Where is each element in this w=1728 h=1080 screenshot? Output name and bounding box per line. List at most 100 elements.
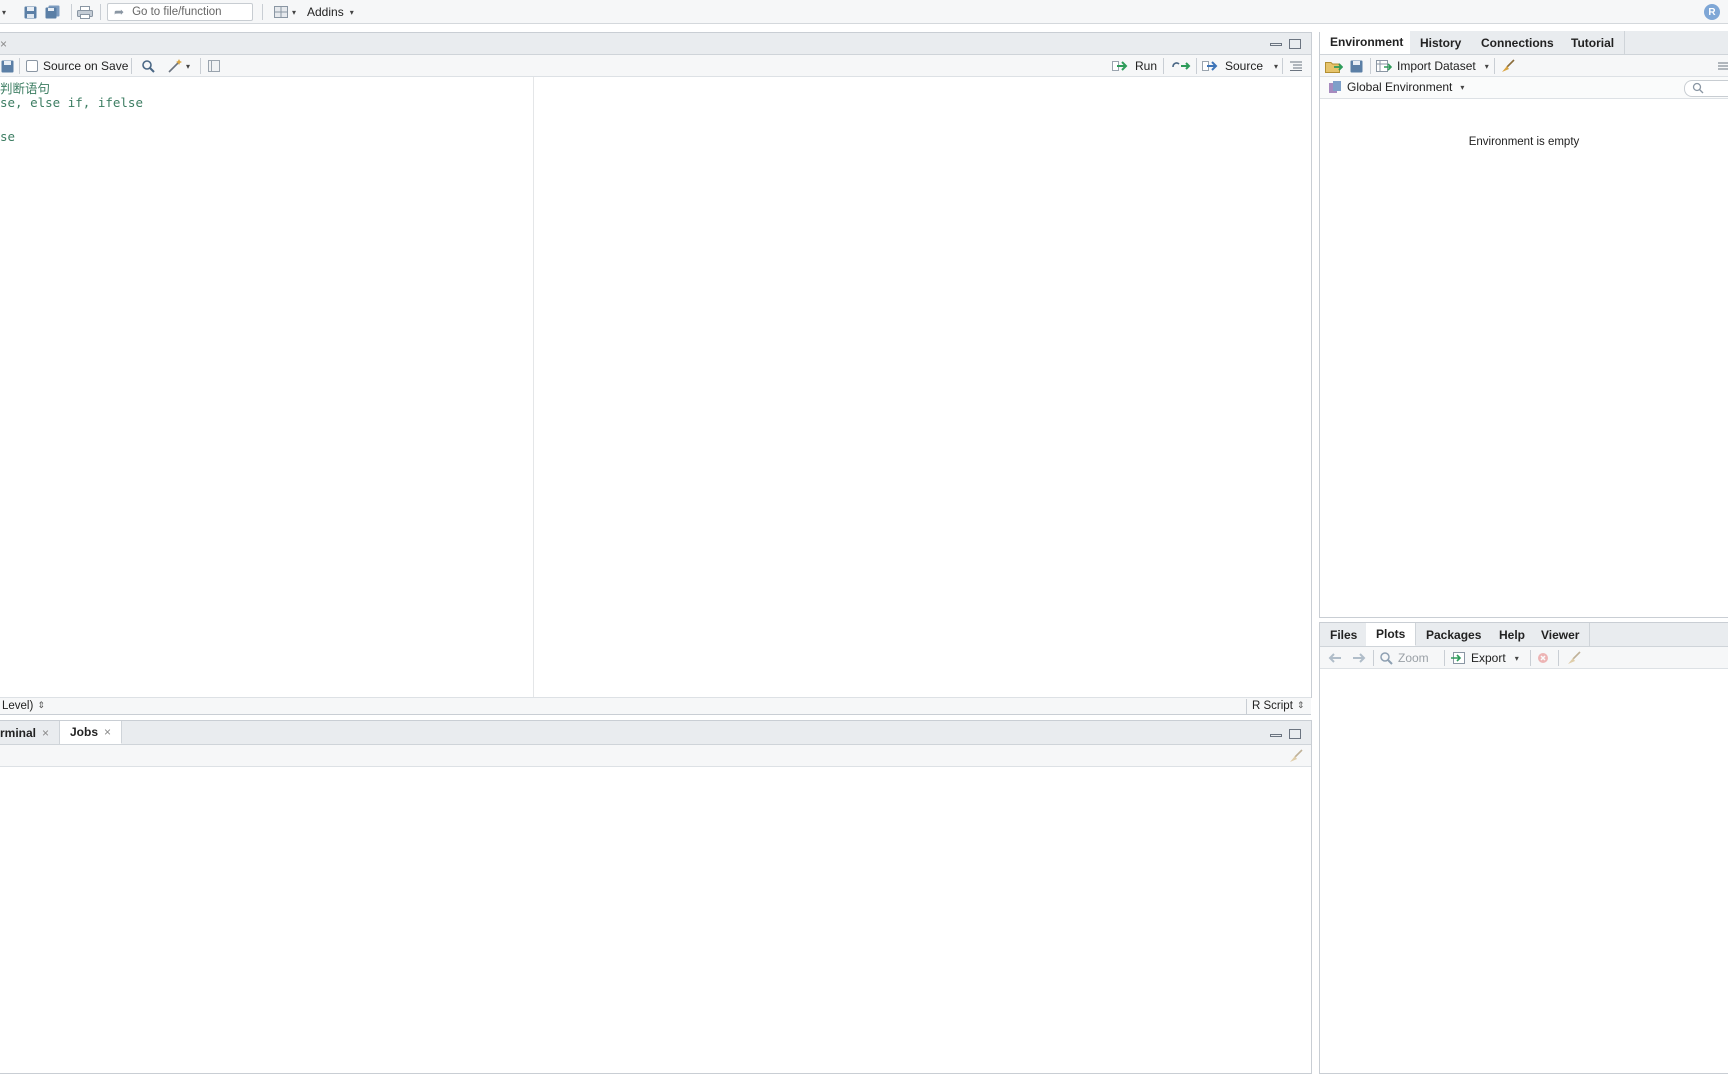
tab-connections[interactable]: Connections bbox=[1471, 31, 1565, 54]
run-button[interactable]: Run bbox=[1112, 59, 1157, 73]
export-menu[interactable]: Export ▾ bbox=[1450, 651, 1519, 665]
import-dataset-label: Import Dataset bbox=[1397, 59, 1476, 73]
tab-environment[interactable]: Environment bbox=[1320, 31, 1415, 54]
zoom-label: Zoom bbox=[1398, 651, 1429, 665]
load-workspace-icon[interactable] bbox=[1324, 58, 1344, 74]
tab-tutorial-label: Tutorial bbox=[1571, 35, 1615, 50]
tab-viewer[interactable]: Viewer bbox=[1531, 623, 1591, 646]
margin-line bbox=[533, 77, 534, 697]
tab-jobs-label: Jobs bbox=[70, 725, 99, 739]
table-import-icon bbox=[1376, 60, 1392, 72]
tab-viewer-label: Viewer bbox=[1541, 627, 1580, 642]
r-project-icon[interactable]: R bbox=[1704, 4, 1720, 20]
chevron-down-icon: ▾ bbox=[1514, 653, 1519, 663]
file-type-label: R Script bbox=[1252, 700, 1293, 712]
source-label: Source bbox=[1225, 59, 1264, 73]
global-environment-selector[interactable]: Global Environment ▾ bbox=[1328, 80, 1464, 94]
arrow-forward-icon[interactable] bbox=[1350, 650, 1368, 666]
search-icon bbox=[1692, 82, 1704, 97]
tab-terminal[interactable]: rminal × bbox=[0, 721, 61, 744]
print-icon[interactable] bbox=[76, 4, 94, 20]
zoom-icon bbox=[1380, 651, 1393, 665]
save-icon[interactable] bbox=[0, 58, 14, 74]
run-label: Run bbox=[1135, 59, 1158, 73]
updown-icon: ⇕ bbox=[1296, 700, 1305, 710]
tab-files-label: Files bbox=[1330, 627, 1358, 642]
find-replace-icon[interactable] bbox=[140, 58, 156, 74]
source-on-save-toggle[interactable]: Source on Save bbox=[26, 59, 128, 73]
chevron-down-icon[interactable]: ▾ bbox=[0, 6, 8, 18]
chevron-down-icon: ▾ bbox=[1274, 61, 1279, 71]
environment-tab-strip: Environment History Connections Tutorial bbox=[1320, 31, 1728, 55]
source-toolbar: Source on Save ▾ Run Source ▾ bbox=[0, 55, 1311, 77]
code-tools-wand-icon[interactable]: ▾ bbox=[164, 58, 194, 74]
source-tab-strip: × bbox=[0, 33, 1311, 55]
environment-search-input[interactable] bbox=[1684, 80, 1728, 97]
tab-plots[interactable]: Plots bbox=[1366, 623, 1417, 646]
plots-tab-strip: Files Plots Packages Help Viewer bbox=[1320, 623, 1728, 647]
editor-status-bar: Level) ⇕ R Script ⇕ bbox=[0, 697, 1311, 715]
main-toolbar: ▾ ➦ Go to file/function ▾ Addins ▾ R bbox=[0, 0, 1728, 24]
broom-clear-icon[interactable] bbox=[1566, 650, 1582, 666]
export-label: Export bbox=[1471, 651, 1506, 665]
save-icon[interactable] bbox=[1348, 58, 1364, 74]
code-editor[interactable]: 判断语句 se, else if, ifelse se bbox=[0, 77, 1311, 697]
remove-plot-icon[interactable] bbox=[1535, 650, 1551, 666]
code-line-4: se bbox=[0, 129, 16, 144]
console-toolbar bbox=[0, 745, 1311, 767]
export-icon bbox=[1451, 652, 1465, 664]
tab-files[interactable]: Files bbox=[1320, 623, 1369, 646]
document-outline-icon[interactable] bbox=[1288, 58, 1304, 74]
import-dataset-menu[interactable]: Import Dataset ▾ bbox=[1376, 59, 1489, 73]
source-arrow-icon bbox=[1202, 61, 1218, 71]
chevron-down-icon: ▾ bbox=[1484, 61, 1489, 71]
close-icon[interactable]: × bbox=[42, 726, 49, 740]
tab-tutorial[interactable]: Tutorial bbox=[1561, 31, 1626, 54]
broom-clear-icon[interactable] bbox=[1288, 748, 1304, 764]
plots-toolbar: Zoom Export ▾ bbox=[1320, 647, 1728, 669]
save-icon[interactable] bbox=[22, 4, 38, 20]
source-on-save-checkbox[interactable] bbox=[26, 60, 38, 72]
environment-content: Environment is empty bbox=[1320, 99, 1728, 617]
file-type-selector[interactable]: R Script ⇕ bbox=[1252, 700, 1304, 712]
rerun-icon[interactable] bbox=[1170, 58, 1192, 74]
scope-label: Level) bbox=[2, 700, 34, 712]
source-on-save-label: Source on Save bbox=[43, 59, 129, 73]
environment-cube-icon bbox=[1329, 81, 1341, 93]
save-all-icon[interactable] bbox=[44, 4, 62, 20]
tab-history-label: History bbox=[1420, 35, 1462, 50]
list-view-icon[interactable] bbox=[1718, 58, 1728, 74]
console-output[interactable] bbox=[0, 767, 1311, 1073]
code-line-2: se, else if, ifelse bbox=[0, 95, 143, 110]
scope-label: Global Environment bbox=[1347, 80, 1453, 94]
workspace-panes-icon[interactable]: ▾ bbox=[270, 4, 300, 20]
updown-icon: ⇕ bbox=[37, 700, 45, 710]
tab-help-label: Help bbox=[1499, 627, 1526, 642]
goto-file-input[interactable]: ➦ Go to file/function bbox=[107, 3, 253, 21]
tab-history[interactable]: History bbox=[1410, 31, 1473, 54]
goto-arrow-icon: ➦ bbox=[114, 5, 125, 19]
tab-packages[interactable]: Packages bbox=[1416, 623, 1493, 646]
tab-help[interactable]: Help bbox=[1489, 623, 1537, 646]
console-tab-strip: rminal × Jobs × bbox=[0, 721, 1311, 745]
tab-connections-label: Connections bbox=[1481, 35, 1554, 50]
arrow-back-icon[interactable] bbox=[1326, 650, 1344, 666]
tab-terminal-label: rminal bbox=[0, 725, 37, 740]
close-icon[interactable]: × bbox=[0, 37, 7, 51]
environment-toolbar: Import Dataset ▾ bbox=[1320, 55, 1728, 77]
addins-label: Addins bbox=[307, 5, 344, 19]
addins-menu[interactable]: Addins ▾ bbox=[307, 5, 354, 19]
run-arrow-icon bbox=[1112, 61, 1128, 71]
tab-environment-label: Environment bbox=[1330, 35, 1404, 49]
broom-clear-icon[interactable] bbox=[1500, 58, 1516, 74]
scope-indicator[interactable]: Level) ⇕ bbox=[2, 700, 45, 712]
close-icon[interactable]: × bbox=[104, 725, 111, 739]
tab-plots-label: Plots bbox=[1376, 627, 1406, 641]
zoom-button[interactable]: Zoom bbox=[1380, 651, 1429, 665]
source-button[interactable]: Source ▾ bbox=[1202, 59, 1278, 73]
environment-empty-message: Environment is empty bbox=[1468, 136, 1580, 148]
chevron-down-icon: ▾ bbox=[349, 7, 354, 17]
chevron-down-icon: ▾ bbox=[1460, 82, 1465, 92]
compile-report-icon[interactable] bbox=[206, 58, 222, 74]
tab-jobs[interactable]: Jobs × bbox=[60, 721, 123, 744]
